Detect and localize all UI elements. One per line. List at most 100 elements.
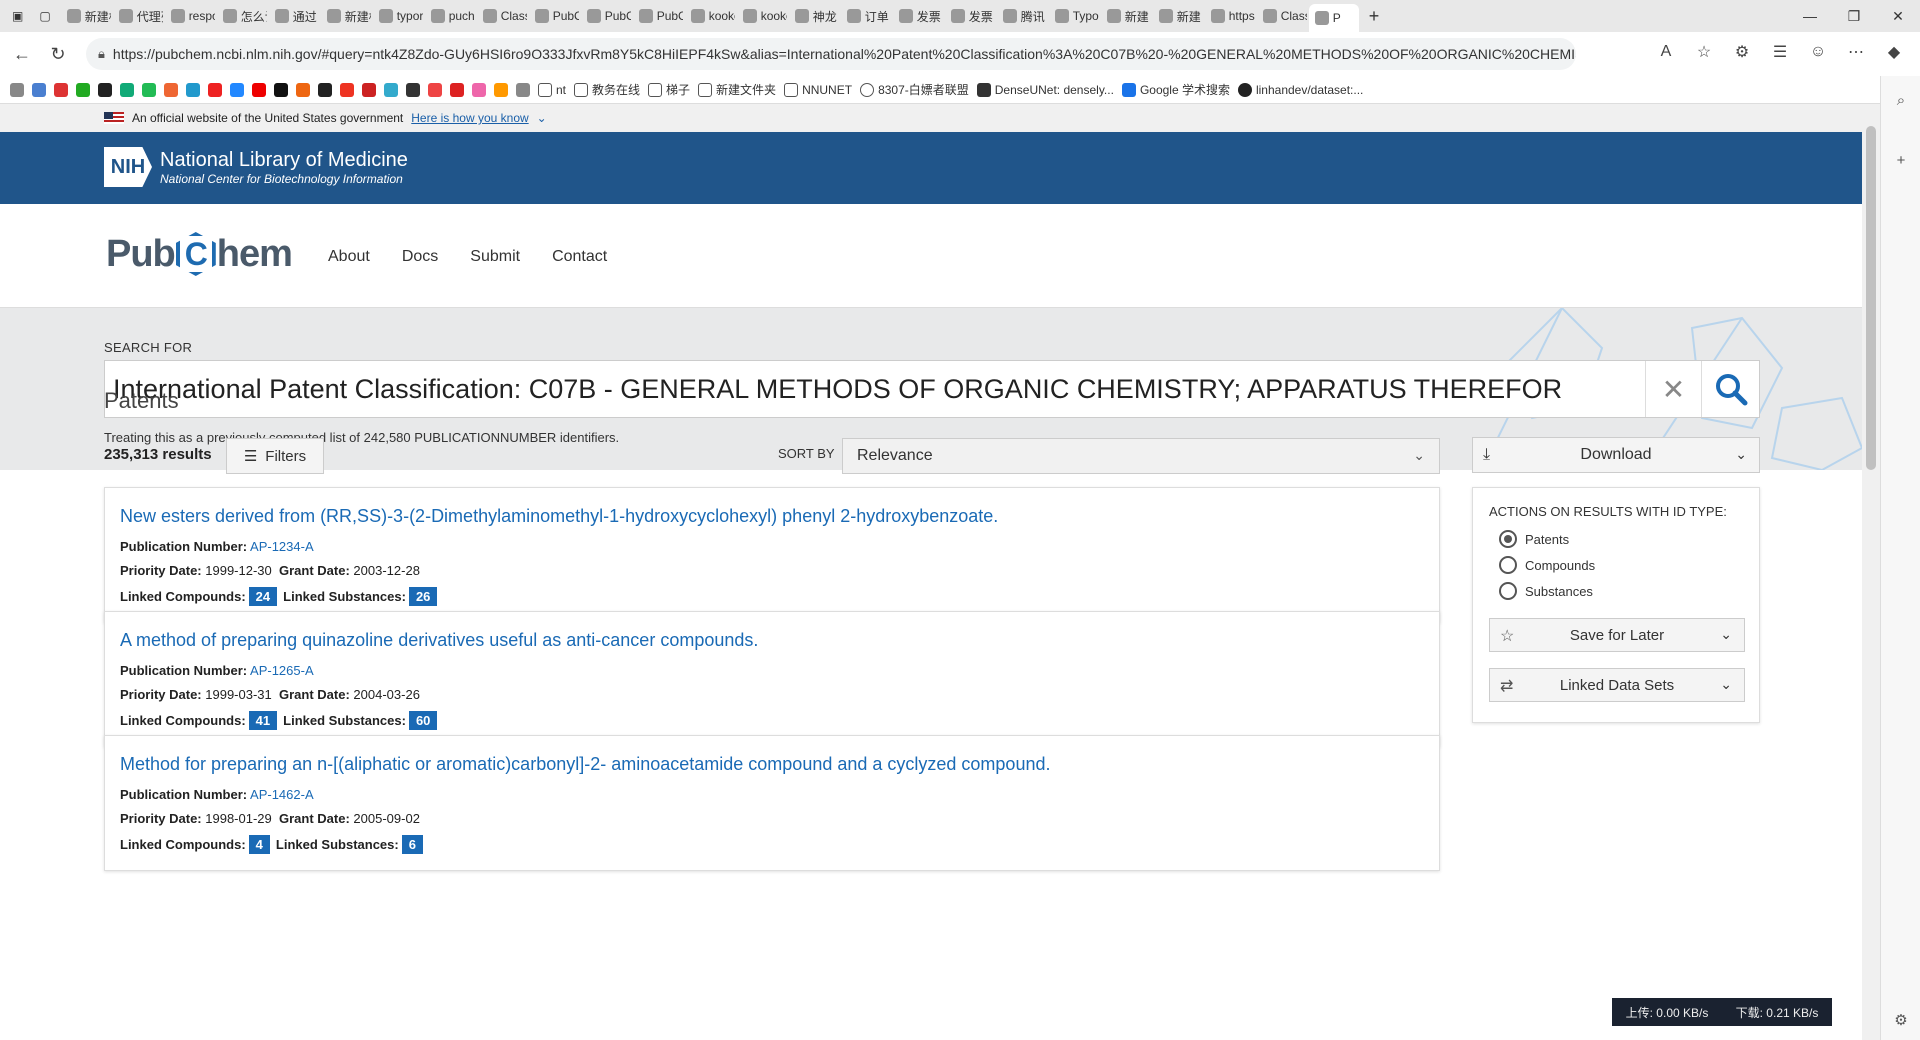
browser-tab[interactable]: 代理列 bbox=[113, 4, 163, 28]
bookmark-item[interactable] bbox=[252, 82, 266, 97]
minimize-button[interactable]: — bbox=[1788, 0, 1832, 32]
linked-substances-badge[interactable]: 6 bbox=[401, 835, 423, 854]
reload-button[interactable]: ↻ bbox=[44, 40, 72, 68]
browser-tab[interactable]: puche bbox=[425, 4, 475, 28]
browser-tab[interactable]: 通过 bbox=[269, 4, 319, 28]
workspaces-icon[interactable]: ▣ bbox=[6, 4, 29, 28]
bookmark-item[interactable] bbox=[98, 82, 112, 97]
publication-number-link[interactable]: AP-1265-A bbox=[250, 663, 314, 678]
bookmark-item[interactable]: 梯子 bbox=[648, 81, 690, 98]
browser-tab[interactable]: 订单 bbox=[841, 4, 891, 28]
bookmark-item[interactable] bbox=[10, 82, 24, 97]
linked-compounds-badge[interactable]: 41 bbox=[248, 711, 278, 730]
browser-tab[interactable]: typor bbox=[373, 4, 423, 28]
tab-actions-icon[interactable]: ▢ bbox=[33, 4, 56, 28]
bookmark-item[interactable] bbox=[406, 82, 420, 97]
bookmark-item[interactable]: 新建文件夹 bbox=[698, 81, 776, 98]
download-button[interactable]: ⤓ Download ⌄ bbox=[1472, 437, 1760, 473]
bookmark-item[interactable] bbox=[318, 82, 332, 97]
nlm-logo[interactable]: NIH National Library of Medicine Nationa… bbox=[104, 147, 408, 187]
read-aloud-icon[interactable]: A bbox=[1652, 38, 1680, 66]
new-tab-button[interactable]: + bbox=[1363, 4, 1386, 28]
copilot-icon[interactable]: ◆ bbox=[1880, 38, 1908, 66]
bookmark-item[interactable] bbox=[164, 82, 178, 97]
linked-data-sets-button[interactable]: ⇄ Linked Data Sets ⌄ bbox=[1489, 668, 1745, 702]
bookmark-item[interactable] bbox=[384, 82, 398, 97]
publication-number-link[interactable]: AP-1234-A bbox=[250, 539, 314, 554]
url-field[interactable]: 🔒︎ https://pubchem.ncbi.nlm.nih.gov/#que… bbox=[86, 38, 1576, 70]
bookmark-item[interactable] bbox=[340, 82, 354, 97]
browser-tab[interactable]: 新建 bbox=[1101, 4, 1151, 28]
chevron-down-icon[interactable]: ⌄ bbox=[537, 111, 547, 125]
bookmark-item[interactable]: nt bbox=[538, 82, 566, 97]
site-info-icon[interactable]: 🔒︎ bbox=[98, 46, 105, 62]
bookmark-item[interactable] bbox=[450, 82, 464, 97]
browser-tab[interactable]: 新建 bbox=[1153, 4, 1203, 28]
bookmark-item[interactable] bbox=[428, 82, 442, 97]
browser-tab[interactable]: Classi bbox=[477, 4, 527, 28]
bookmark-item[interactable] bbox=[120, 82, 134, 97]
linked-substances-badge[interactable]: 26 bbox=[408, 587, 438, 606]
radio-compounds[interactable]: Compounds bbox=[1499, 556, 1595, 574]
browser-tab[interactable]: Class bbox=[1257, 4, 1307, 28]
favorite-star-icon[interactable]: ☆ bbox=[1690, 38, 1718, 66]
profile-avatar[interactable]: ☺ bbox=[1804, 38, 1832, 66]
favorites-icon[interactable]: ☰ bbox=[1766, 38, 1794, 66]
radio-substances[interactable]: Substances bbox=[1499, 582, 1593, 600]
radio-patents[interactable]: Patents bbox=[1499, 530, 1569, 548]
browser-tab[interactable]: https bbox=[1205, 4, 1255, 28]
bookmark-item[interactable] bbox=[230, 82, 244, 97]
browser-tab[interactable]: kooke bbox=[737, 4, 787, 28]
bookmark-item[interactable] bbox=[208, 82, 222, 97]
browser-tab[interactable]: 腾讯 bbox=[997, 4, 1047, 28]
bookmark-item[interactable]: Google 学术搜索 bbox=[1121, 81, 1230, 98]
add-icon[interactable]: + bbox=[1891, 150, 1911, 170]
browser-tab[interactable]: respo bbox=[165, 4, 215, 28]
browser-tab[interactable]: PubCl bbox=[529, 4, 579, 28]
restore-button[interactable]: ❐ bbox=[1832, 0, 1876, 32]
browser-tab[interactable]: 怎么让 bbox=[217, 4, 267, 28]
linked-compounds-badge[interactable]: 4 bbox=[248, 835, 270, 854]
browser-tab[interactable]: 新建标 bbox=[61, 4, 111, 28]
bookmark-item[interactable] bbox=[472, 82, 486, 97]
linked-substances-badge[interactable]: 60 bbox=[408, 711, 438, 730]
bookmark-item[interactable] bbox=[76, 82, 90, 97]
browser-tab[interactable]: kooke bbox=[685, 4, 735, 28]
back-button[interactable]: ← bbox=[8, 40, 36, 68]
bookmark-item[interactable]: linhandev/dataset:... bbox=[1237, 82, 1363, 97]
bookmark-item[interactable] bbox=[186, 82, 200, 97]
browser-tab[interactable]: Typo bbox=[1049, 4, 1099, 28]
filters-button[interactable]: ☰ Filters bbox=[226, 438, 324, 474]
menu-about[interactable]: About bbox=[328, 248, 370, 266]
menu-submit[interactable]: Submit bbox=[470, 248, 520, 266]
browser-tab[interactable]: 发票 bbox=[945, 4, 995, 28]
search-icon[interactable]: ⌕ bbox=[1891, 90, 1911, 110]
close-window-button[interactable]: ✕ bbox=[1876, 0, 1920, 32]
bookmark-item[interactable]: 教务在线 bbox=[574, 81, 640, 98]
bookmark-item[interactable] bbox=[362, 82, 376, 97]
bookmark-item[interactable] bbox=[516, 82, 530, 97]
bookmark-item[interactable]: NNUNET bbox=[784, 82, 852, 97]
sort-select[interactable]: Relevance ⌄ bbox=[842, 438, 1440, 474]
browser-tab[interactable]: PubCl bbox=[633, 4, 683, 28]
publication-number-link[interactable]: AP-1462-A bbox=[250, 787, 314, 802]
bookmark-item[interactable] bbox=[296, 82, 310, 97]
linked-compounds-badge[interactable]: 24 bbox=[248, 587, 278, 606]
menu-docs[interactable]: Docs bbox=[402, 248, 438, 266]
bookmark-item[interactable] bbox=[32, 82, 46, 97]
browser-tab[interactable]: PubCl bbox=[581, 4, 631, 28]
bookmark-item[interactable]: DenseUNet: densely... bbox=[976, 82, 1114, 97]
search-icon[interactable] bbox=[1701, 361, 1759, 417]
search-input[interactable] bbox=[105, 361, 1645, 417]
save-for-later-button[interactable]: ☆ Save for Later ⌄ bbox=[1489, 618, 1745, 652]
scrollbar-thumb[interactable] bbox=[1866, 126, 1876, 470]
gov-banner-link[interactable]: Here is how you know bbox=[411, 111, 528, 125]
extensions-icon[interactable]: ⚙ bbox=[1728, 38, 1756, 66]
browser-tab[interactable]: 新建标 bbox=[321, 4, 371, 28]
menu-contact[interactable]: Contact bbox=[552, 248, 607, 266]
page-scrollbar[interactable] bbox=[1862, 104, 1880, 1040]
bookmark-item[interactable] bbox=[142, 82, 156, 97]
bookmark-item[interactable] bbox=[54, 82, 68, 97]
result-title-link[interactable]: New esters derived from (RR,SS)-3-(2-Dim… bbox=[120, 506, 1424, 527]
browser-tab[interactable]: P bbox=[1308, 4, 1359, 32]
